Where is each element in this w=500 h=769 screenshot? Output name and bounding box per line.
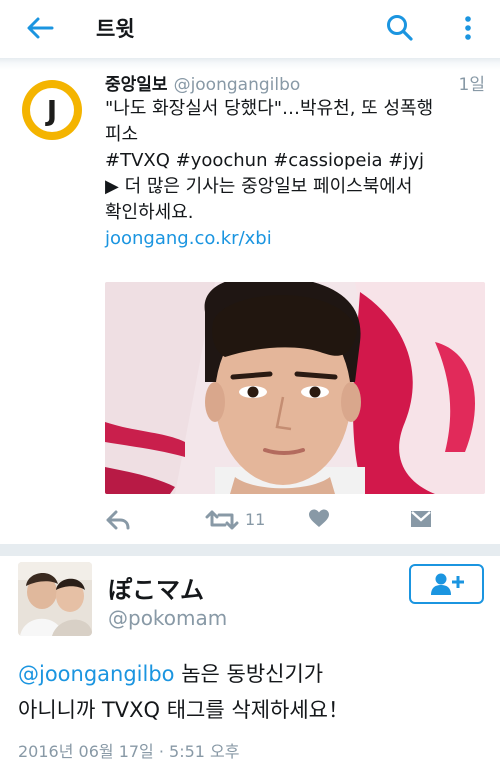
author-handle[interactable]: @pokomam bbox=[108, 606, 227, 630]
back-arrow-icon[interactable] bbox=[22, 10, 58, 46]
like-heart-icon[interactable] bbox=[308, 508, 330, 530]
header-divider bbox=[0, 58, 500, 70]
tweet-text-line: 피소 bbox=[105, 124, 139, 145]
avatar-photo bbox=[18, 562, 92, 636]
tweet-text: @joongangilbo 놈은 동방신기가 아니니까 TVXQ 태그를 삭제하… bbox=[18, 656, 488, 728]
tweet-header: 중앙일보 @joongangilbo 1일 bbox=[105, 70, 485, 95]
app-bar: 트윗 bbox=[0, 0, 500, 58]
add-user-icon bbox=[430, 573, 464, 595]
tweet-text-line: "나도 화장실서 당했다"…박유천, 또 성폭행 bbox=[105, 98, 434, 119]
tweet-text-line: 아니니까 TVXQ 태그를 삭제하세요！ bbox=[18, 698, 349, 722]
photo-image bbox=[105, 282, 485, 494]
follow-button[interactable] bbox=[409, 564, 484, 604]
author-name[interactable]: 중앙일보 bbox=[105, 75, 168, 95]
avatar-letter: J bbox=[30, 88, 74, 132]
direct-message-icon[interactable] bbox=[409, 508, 433, 530]
parent-tweet[interactable]: J 중앙일보 @joongangilbo 1일 "나도 화장실서 당했다"…박유천… bbox=[0, 70, 500, 542]
avatar[interactable] bbox=[18, 562, 92, 636]
tweet-text-segment: 놈은 동방신기가 bbox=[174, 662, 324, 686]
section-separator bbox=[0, 544, 500, 556]
hashtags-line[interactable]: #TVXQ #yoochun #cassiopeia #jyj bbox=[105, 148, 490, 174]
retweet-count: 11 bbox=[245, 510, 266, 529]
tweet-timestamp: 2016년 06월 17일 · 5:51 오후 bbox=[18, 742, 240, 761]
tweet-text-line: ▶ 더 많은 기사는 중앙일보 페이스북에서 bbox=[105, 176, 413, 197]
focused-tweet: ぽこマム @pokomam @joongangilbo 놈은 동방신기가 아니니… bbox=[0, 556, 500, 769]
tweet-text: "나도 화장실서 당했다"…박유천, 또 성폭행 피소 #TVXQ #yooch… bbox=[105, 96, 490, 252]
tweet-photo[interactable] bbox=[105, 282, 485, 494]
tweet-time: 1일 bbox=[458, 75, 485, 95]
reply-icon[interactable] bbox=[105, 508, 131, 532]
more-options-icon[interactable] bbox=[456, 12, 480, 44]
search-icon[interactable] bbox=[384, 12, 416, 44]
retweet-icon[interactable] bbox=[205, 508, 239, 532]
avatar[interactable]: J bbox=[22, 80, 82, 140]
tweet-text-line: 확인하세요. bbox=[105, 202, 194, 223]
page-title: 트윗 bbox=[96, 17, 135, 41]
mention-link[interactable]: @joongangilbo bbox=[18, 662, 175, 686]
author-name[interactable]: ぽこマム bbox=[108, 570, 204, 605]
tweet-actions: 11 bbox=[105, 506, 485, 534]
article-link[interactable]: joongang.co.kr/xbi bbox=[105, 226, 490, 252]
author-handle[interactable]: @joongangilbo bbox=[174, 75, 301, 95]
